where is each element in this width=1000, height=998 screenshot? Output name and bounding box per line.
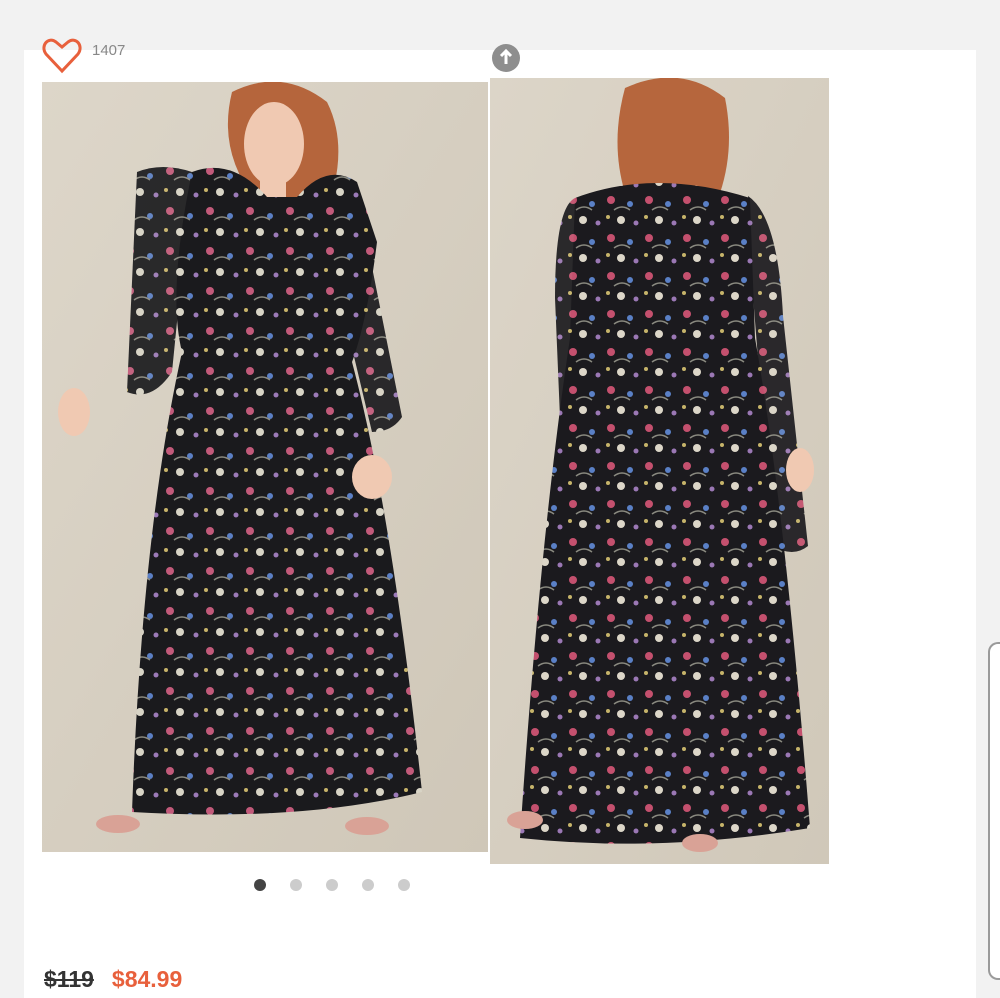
product-photo-front[interactable]	[42, 82, 488, 852]
product-photo-back[interactable]	[490, 78, 829, 864]
original-price: $119	[44, 966, 94, 992]
gallery-dot-4[interactable]	[362, 879, 374, 891]
screen: 1407 $119 $84.99	[0, 0, 1000, 998]
like-count: 1407	[92, 42, 126, 59]
heart-outline-icon[interactable]	[42, 38, 82, 74]
gallery-pagination	[254, 879, 410, 891]
gallery-dot-3[interactable]	[326, 879, 338, 891]
price-row: $119 $84.99	[44, 966, 182, 993]
gallery-dot-1[interactable]	[254, 879, 266, 891]
dress-back-image	[490, 78, 829, 864]
share-icon[interactable]	[490, 44, 522, 72]
gallery-dot-2[interactable]	[290, 879, 302, 891]
gallery-dot-5[interactable]	[398, 879, 410, 891]
dress-front-image	[42, 82, 488, 852]
sale-price: $84.99	[111, 966, 183, 992]
edge-scroll-handle[interactable]	[988, 642, 1000, 980]
